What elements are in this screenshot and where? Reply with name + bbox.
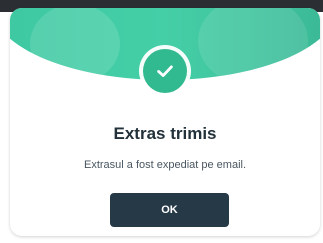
dialog-message: Extrasul a fost expediat pe email.: [83, 159, 247, 171]
success-badge: [143, 49, 187, 93]
dialog-title: Extras trimis: [113, 124, 217, 143]
check-icon: [157, 65, 173, 77]
ok-button[interactable]: OK: [110, 193, 229, 227]
success-dialog: Extras trimis Extrasul a fost expediat p…: [10, 8, 320, 236]
